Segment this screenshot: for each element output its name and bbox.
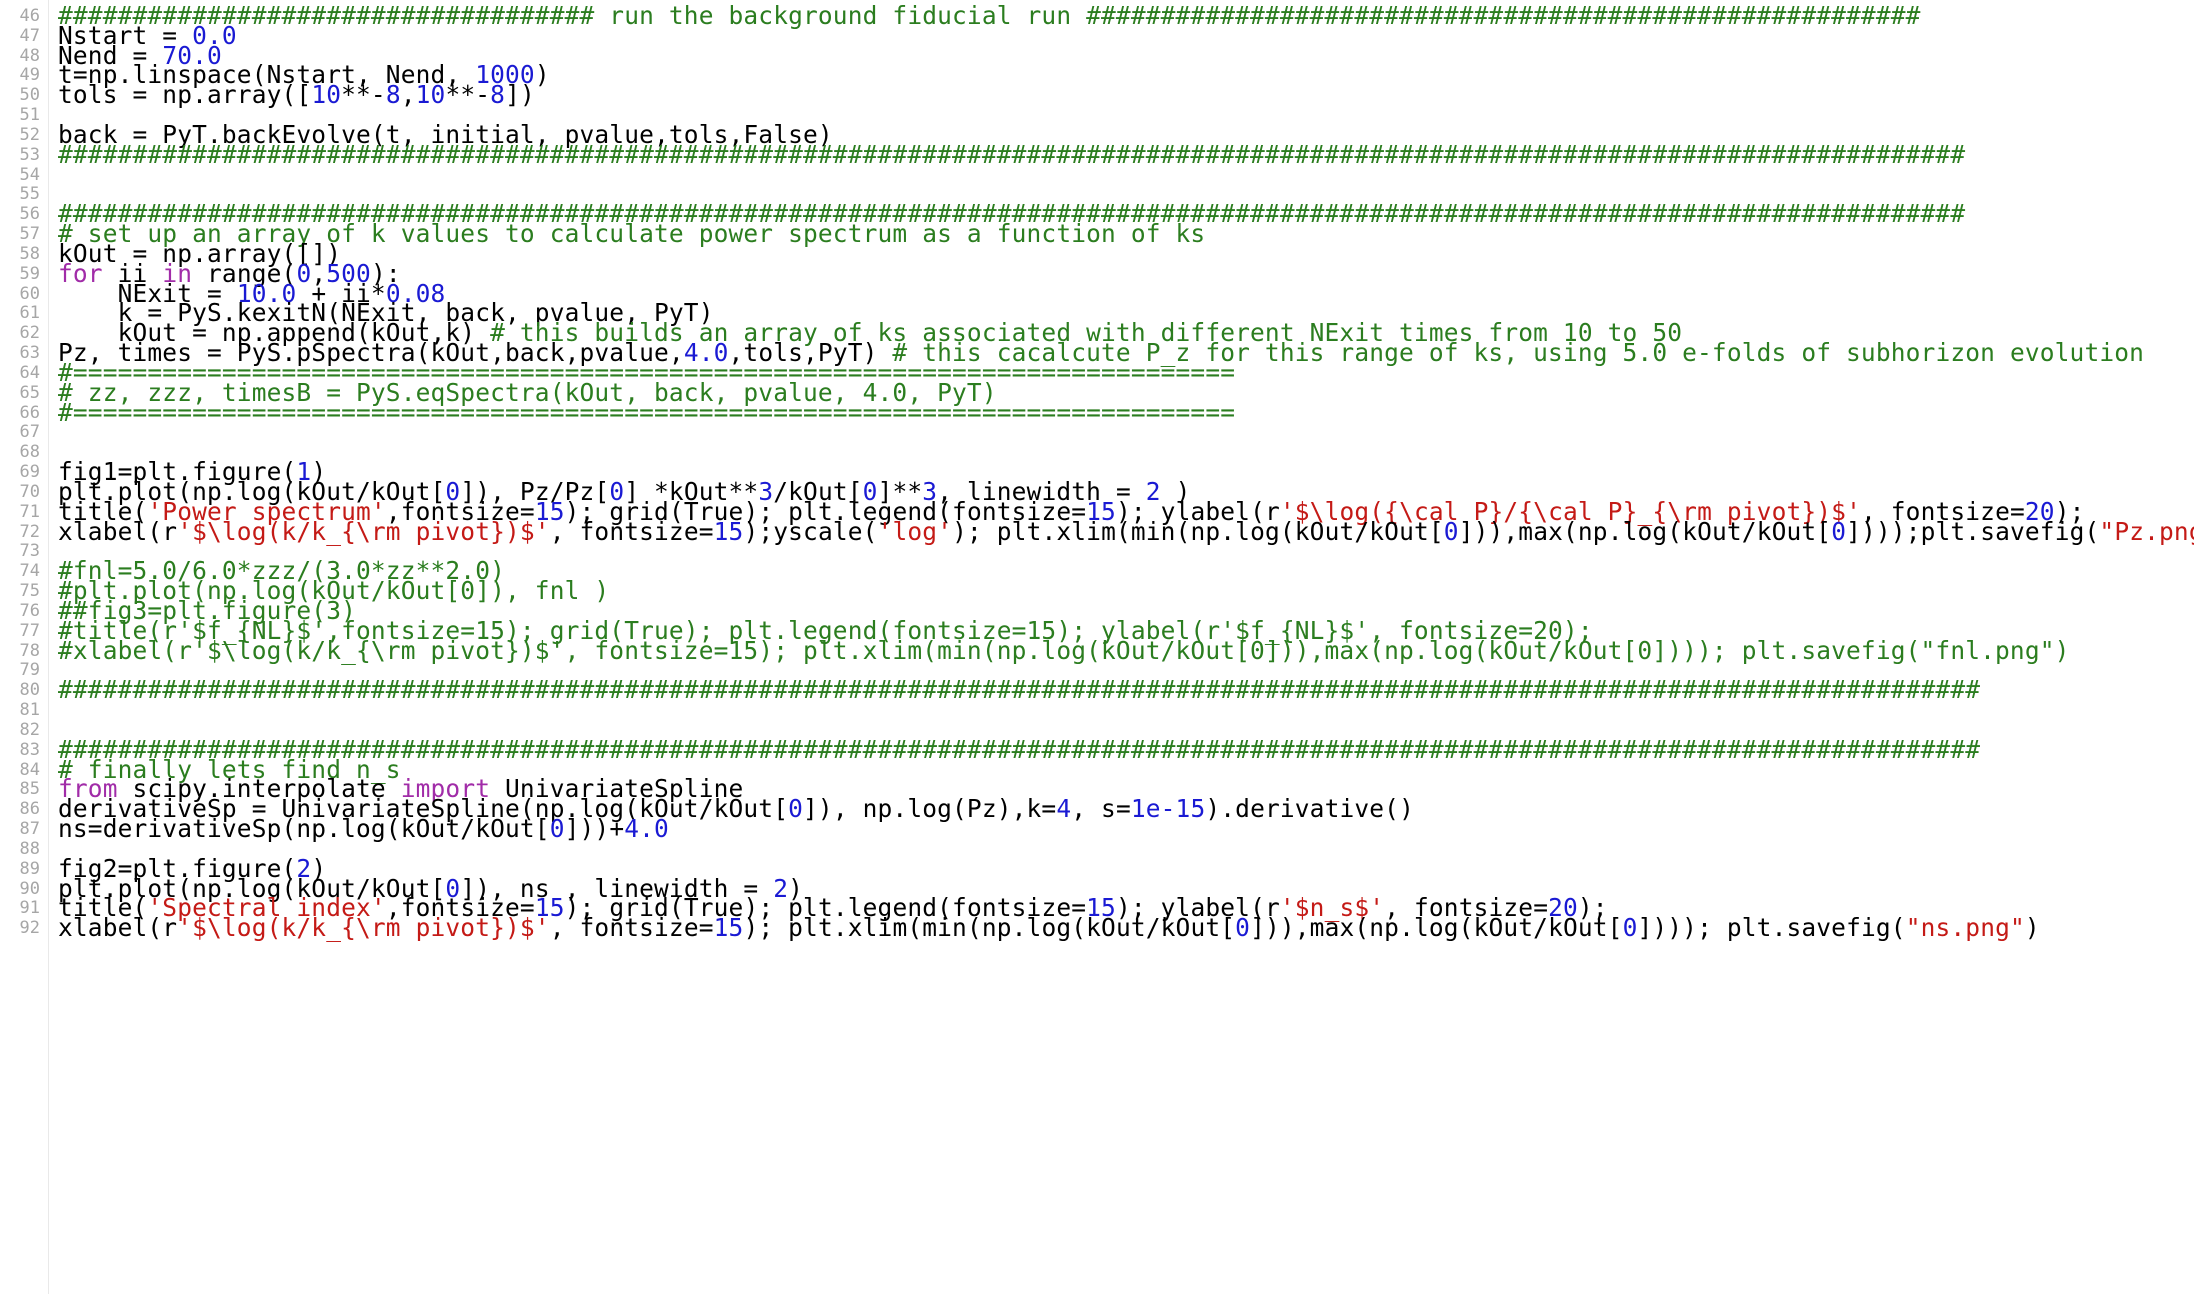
code-text[interactable]: xlabel(r'$\log(k/k_{\rm pivot})$', fonts… [58, 914, 2040, 942]
code-editor[interactable]: 46 #################################### r… [0, 0, 2194, 1294]
line-number: 92 [19, 918, 40, 939]
code-line[interactable]: 92 xlabel(r'$\log(k/k_{\rm pivot})$', fon… [0, 914, 2194, 942]
